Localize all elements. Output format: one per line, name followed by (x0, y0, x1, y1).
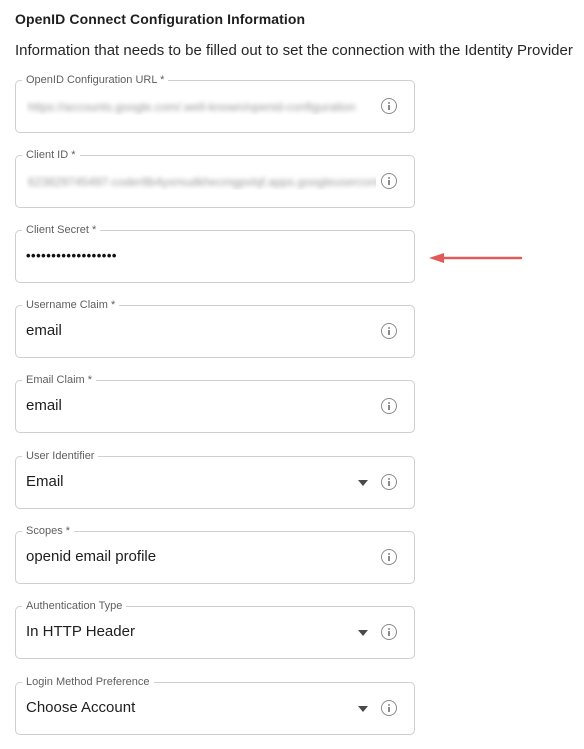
annotation-arrow-icon (429, 253, 523, 263)
info-icon[interactable] (381, 624, 397, 640)
info-icon[interactable] (381, 323, 397, 339)
field-value: email (26, 322, 62, 339)
section-description: Information that needs to be filled out … (15, 42, 573, 59)
field-value: In HTTP Header (26, 623, 135, 640)
field-label: Login Method Preference (22, 675, 154, 689)
field-value: email (26, 397, 62, 414)
caret-down-icon[interactable] (358, 630, 368, 636)
scopes-field[interactable]: Scopes * openid email profile (15, 524, 415, 584)
info-icon[interactable] (381, 173, 397, 189)
info-icon[interactable] (381, 549, 397, 565)
blurred-value: 623829745497-coder8b4yxmudkhecmgpvlqf.ap… (28, 175, 376, 189)
field-value: Email (26, 473, 64, 490)
caret-down-icon[interactable] (358, 706, 368, 712)
field-value: openid email profile (26, 548, 157, 565)
login-method-preference-select[interactable]: Login Method Preference Choose Account (15, 675, 415, 735)
email-claim-field[interactable]: Email Claim * email (15, 373, 415, 433)
field-value: Choose Account (26, 699, 136, 716)
field-label: Client ID * (22, 148, 80, 162)
client-secret-field[interactable]: Client Secret * •••••••••••••••••• (15, 223, 415, 283)
secret-value: •••••••••••••••••• (26, 248, 117, 263)
client-id-field[interactable]: Client ID * 623829745497-coder8b4yxmudkh… (15, 148, 415, 208)
authentication-type-select[interactable]: Authentication Type In HTTP Header (15, 599, 415, 659)
field-label: OpenID Configuration URL * (22, 73, 169, 87)
field-label: Authentication Type (22, 599, 127, 613)
info-icon[interactable] (381, 398, 397, 414)
username-claim-field[interactable]: Username Claim * email (15, 298, 415, 358)
field-label: Client Secret * (22, 223, 101, 237)
info-icon[interactable] (381, 700, 397, 716)
field-label: Email Claim * (22, 373, 97, 387)
field-label: Scopes * (22, 524, 75, 538)
info-icon[interactable] (381, 474, 397, 490)
info-icon[interactable] (381, 98, 397, 114)
caret-down-icon[interactable] (358, 480, 368, 486)
user-identifier-select[interactable]: User Identifier Email (15, 449, 415, 509)
blurred-value: https://accounts.google.com/.well-known/… (28, 100, 356, 114)
openid-configuration-url-field[interactable]: OpenID Configuration URL * https://accou… (15, 73, 415, 133)
field-label: Username Claim * (22, 298, 120, 312)
section-title: OpenID Connect Configuration Information (15, 11, 306, 27)
field-label: User Identifier (22, 449, 99, 463)
